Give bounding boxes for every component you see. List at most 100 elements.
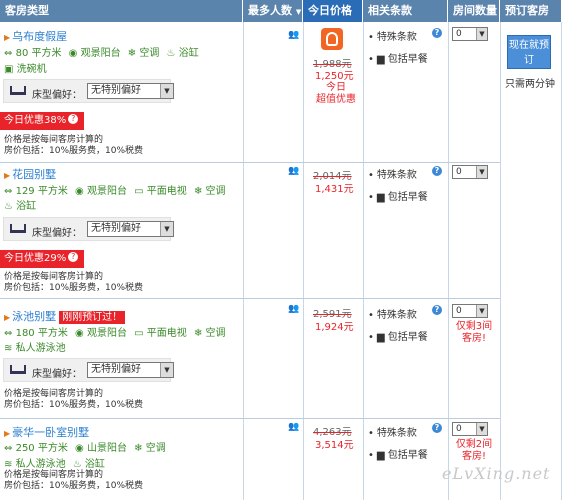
- new-price: 1,250元: [315, 71, 354, 82]
- area-icon: ⇔: [4, 48, 13, 59]
- view-eye-icon: ◉: [75, 186, 84, 197]
- guests-icon: 👥: [288, 304, 300, 314]
- snowflake-icon: ❄: [193, 186, 203, 197]
- bed-preference: 床型偏好： 无特别偏好 ▼: [3, 217, 174, 241]
- guests-icon: 👥: [288, 422, 300, 432]
- breakfast-icon: ▆: [376, 192, 385, 203]
- triangle-right-icon: ▶: [4, 313, 11, 322]
- book-note: 只需两分钟: [505, 79, 555, 90]
- term-special[interactable]: • 特殊条款: [368, 306, 417, 321]
- discount-badge: 今日优惠29%?: [0, 250, 85, 268]
- header-today-price[interactable]: 今日价格: [303, 0, 363, 22]
- pool-icon: ≋: [4, 343, 13, 354]
- breakfast-icon: ▆: [376, 450, 385, 461]
- new-price: 1,431元: [315, 184, 354, 195]
- area-icon: ⇔: [4, 443, 13, 454]
- amenity-list: ⇔ 250 平方米 ◉ 山景阳台 ❄ 空调: [4, 443, 166, 454]
- just-booked-badge: 刚刚预订过！: [59, 311, 126, 324]
- bed-preference: 床型偏好： 无特别偏好 ▼: [3, 358, 174, 382]
- amenity-list: ⇔ 80 平方米 ◉ 观景阳台 ❄ 空调 ♨ 浴缸: [4, 48, 199, 59]
- price-note: 价格是按每间客房计算的 房价包括：10%服务费，10%税费: [4, 389, 144, 410]
- bed-preference-select[interactable]: 无特别偏好 ▼: [87, 362, 174, 378]
- room-name[interactable]: ▶ 泳池别墅 刚刚预订过！: [4, 308, 126, 324]
- snowflake-icon: ❄: [193, 328, 203, 339]
- amenity-list: ⇔ 129 平方米 ◉ 观景阳台 ▭ 平面电视 ❄ 空调: [4, 186, 226, 197]
- dishwasher-icon: ▣: [4, 64, 14, 75]
- guests-icon: 👥: [288, 30, 300, 40]
- triangle-right-icon: ▶: [4, 33, 11, 42]
- help-icon[interactable]: ?: [68, 252, 79, 262]
- term-special[interactable]: • 特殊条款: [368, 166, 417, 181]
- amenity-list: ▣ 洗碗机: [4, 64, 47, 75]
- column-divider: [363, 22, 364, 500]
- bed-icon: [10, 224, 26, 233]
- header-terms: 相关条款: [363, 0, 448, 22]
- breakfast-icon: ▆: [376, 332, 385, 343]
- term-breakfast: • ▆ 包括早餐: [368, 54, 428, 65]
- price-note: 价格是按每间客房计算的 房价包括：10%服务费，10%税费: [4, 272, 144, 293]
- help-icon[interactable]: ?: [432, 423, 442, 433]
- column-divider: [303, 22, 304, 500]
- chevron-down-icon: ▼: [476, 423, 487, 435]
- row-divider: [0, 162, 500, 163]
- bathtub-icon: ♨: [72, 459, 82, 470]
- term-special[interactable]: • 特殊条款: [368, 424, 417, 439]
- help-icon[interactable]: ?: [432, 28, 442, 38]
- amenity-list: ♨ 浴缸: [4, 201, 37, 212]
- scarcity-note: 仅剩2间 客房!: [455, 439, 493, 462]
- area-icon: ⇔: [4, 328, 13, 339]
- bed-preference-select[interactable]: 无特别偏好 ▼: [87, 221, 174, 237]
- room-qty-select[interactable]: 0 ▼: [452, 304, 488, 318]
- deal-icon: [321, 28, 343, 50]
- watermark: eLvXing.net: [442, 464, 551, 483]
- room-table: 客房类型 最多人数 ▼ 今日价格 相关条款 房间数量 预订客房 ▶ 乌布度假屋 ⇔…: [0, 0, 562, 500]
- bed-preference: 床型偏好： 无特别偏好 ▼: [3, 79, 174, 103]
- snowflake-icon: ❄: [127, 48, 137, 59]
- help-icon[interactable]: ?: [432, 305, 442, 315]
- chevron-down-icon: ▼: [160, 363, 173, 377]
- scarcity-note: 仅剩3间 客房!: [455, 321, 493, 344]
- amenity-list: ⇔ 180 平方米 ◉ 观景阳台 ▭ 平面电视 ❄ 空调: [4, 328, 226, 339]
- row-divider: [0, 298, 500, 299]
- room-qty-select[interactable]: 0 ▼: [452, 165, 488, 179]
- header-book: 预订客房: [500, 0, 562, 22]
- help-icon[interactable]: ?: [68, 114, 79, 124]
- bathtub-icon: ♨: [4, 201, 13, 212]
- bed-icon: [10, 365, 26, 374]
- tv-icon: ▭: [134, 328, 144, 339]
- header-room-qty: 房间数量: [448, 0, 500, 22]
- column-divider: [448, 22, 449, 500]
- bed-preference-select[interactable]: 无特别偏好 ▼: [87, 83, 174, 99]
- breakfast-icon: ▆: [376, 54, 385, 65]
- new-price: 3,514元: [315, 440, 354, 451]
- tv-icon: ▭: [134, 186, 144, 197]
- amenity-list: ≋ 私人游泳池 ♨ 浴缸: [4, 459, 105, 470]
- pool-icon: ≋: [4, 459, 13, 470]
- view-eye-icon: ◉: [75, 328, 84, 339]
- view-eye-icon: ◉: [68, 48, 78, 59]
- header-room-type: 客房类型: [0, 0, 243, 22]
- room-qty-select[interactable]: 0 ▼: [452, 422, 488, 436]
- book-now-button[interactable]: 现在就预订: [507, 35, 551, 69]
- bathtub-icon: ♨: [166, 48, 176, 59]
- column-divider: [243, 22, 244, 500]
- help-icon[interactable]: ?: [432, 166, 442, 176]
- term-breakfast: • ▆ 包括早餐: [368, 450, 428, 461]
- row-divider: [0, 418, 500, 419]
- price-note: 价格是按每间客房计算的 房价包括：10%服务费，10%税费: [4, 135, 144, 156]
- chevron-down-icon: ▼: [476, 28, 487, 40]
- term-special[interactable]: • 特殊条款: [368, 28, 417, 43]
- snowflake-icon: ❄: [134, 443, 143, 454]
- column-divider: [500, 22, 501, 500]
- chevron-down-icon: ▼: [476, 305, 487, 317]
- header-max-guests[interactable]: 最多人数 ▼: [243, 0, 303, 22]
- room-name[interactable]: ▶ 豪华一卧室别墅: [4, 424, 89, 440]
- new-price: 1,924元: [315, 322, 354, 333]
- term-breakfast: • ▆ 包括早餐: [368, 192, 428, 203]
- room-name[interactable]: ▶ 乌布度假屋: [4, 28, 67, 44]
- room-name[interactable]: ▶ 花园别墅: [4, 166, 56, 182]
- room-qty-select[interactable]: 0 ▼: [452, 27, 488, 41]
- sort-down-icon[interactable]: ▼: [296, 8, 301, 16]
- view-eye-icon: ◉: [75, 443, 84, 454]
- chevron-down-icon: ▼: [160, 222, 173, 236]
